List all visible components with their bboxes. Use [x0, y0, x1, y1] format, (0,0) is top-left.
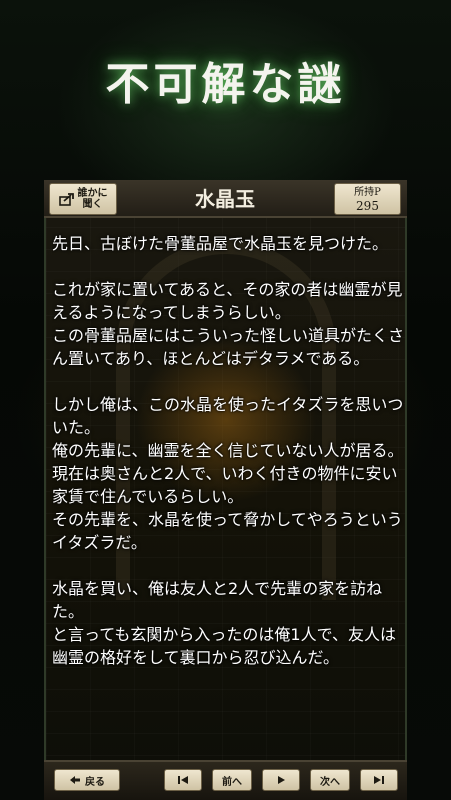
points-badge: 所持P 295 [334, 183, 401, 215]
play-icon [278, 776, 285, 784]
skip-last-icon [374, 776, 384, 784]
next-button-label: 次へ [320, 776, 340, 788]
skip-first-icon [178, 776, 188, 784]
first-page-button[interactable] [164, 769, 202, 791]
points-value: 295 [356, 199, 379, 213]
back-button[interactable]: 戻る [54, 769, 120, 791]
share-icon [58, 193, 74, 206]
points-label: 所持P [354, 187, 381, 198]
back-button-label: 戻る [85, 776, 105, 788]
prev-button[interactable]: 前へ [212, 769, 252, 791]
ask-button-label: 誰かに 聞く [77, 188, 108, 210]
story-text[interactable]: 先日、古ぼけた骨董品屋で水晶玉を見つけた。 これが家に置いてあると、その家の者は… [52, 232, 404, 756]
next-button[interactable]: 次へ [310, 769, 350, 791]
prev-button-label: 前へ [222, 776, 242, 788]
story-title: 水晶玉 [195, 187, 255, 211]
page-title: 不可解な謎 [105, 59, 346, 110]
last-page-button[interactable] [360, 769, 398, 791]
ask-someone-button[interactable]: 誰かに 聞く [49, 183, 117, 215]
arrow-left-icon [70, 776, 80, 784]
play-button[interactable] [262, 769, 300, 791]
